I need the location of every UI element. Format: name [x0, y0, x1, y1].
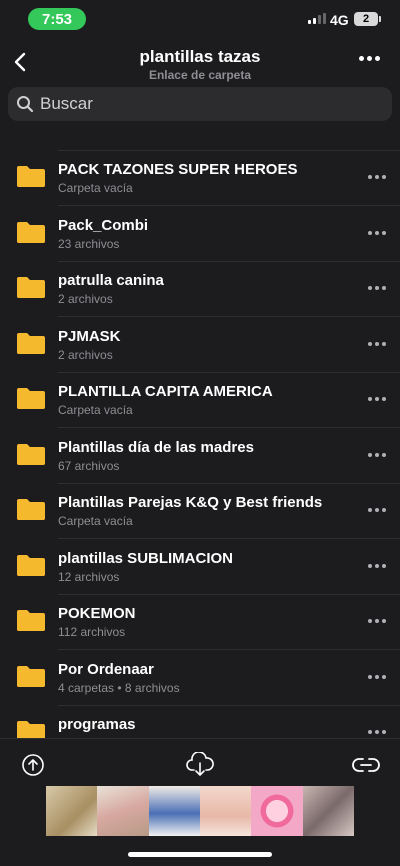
folder-icon — [17, 332, 45, 354]
folder-row[interactable]: PJMASK 2 archivos — [0, 318, 400, 373]
link-icon — [352, 758, 380, 772]
folder-name: plantillas SUBLIMACION — [58, 549, 234, 567]
signal-icon — [308, 13, 326, 24]
folder-meta: 12 archivos — [58, 569, 120, 584]
folder-more-button[interactable] — [368, 230, 386, 235]
folder-more-button[interactable] — [368, 619, 386, 623]
folder-row[interactable]: Por Ordenaar 4 carpetas • 8 archivos — [0, 651, 400, 706]
folder-more-button[interactable] — [368, 563, 386, 568]
folder-more-button[interactable] — [368, 452, 386, 457]
folder-row[interactable]: POKEMON 112 archivos — [0, 595, 400, 650]
folder-meta: Carpeta vacía — [58, 403, 133, 417]
folder-icon — [17, 554, 45, 576]
folder-more-button[interactable] — [368, 730, 386, 734]
photo-thumbnail[interactable] — [97, 786, 149, 836]
folder-meta: 2 archivos — [58, 292, 113, 306]
status-bar: 7:53 4G 2 — [0, 0, 400, 38]
folder-more-button[interactable] — [368, 175, 386, 179]
upload-button[interactable] — [19, 751, 47, 779]
network-label: 4G — [330, 12, 349, 28]
battery-icon: 2 — [354, 12, 381, 26]
folder-icon — [17, 166, 45, 187]
folder-more-button[interactable] — [368, 341, 386, 346]
folder-more-button[interactable] — [368, 508, 386, 512]
folder-meta: 2 archivos — [58, 347, 113, 362]
folder-icon — [17, 277, 45, 298]
search-input[interactable] — [40, 94, 370, 114]
link-button[interactable] — [352, 751, 380, 779]
photo-thumbnail[interactable] — [46, 786, 98, 836]
folder-name: Plantillas día de las madres — [58, 438, 254, 456]
folder-icon — [17, 721, 45, 738]
folder-icon — [17, 388, 45, 409]
folder-more-button[interactable] — [368, 397, 386, 401]
page-title: plantillas tazas — [139, 47, 261, 66]
download-button[interactable] — [186, 751, 214, 779]
folder-row[interactable]: Pack_Combi 23 archivos — [0, 207, 400, 262]
folder-row[interactable]: patrulla canina 2 archivos — [0, 262, 400, 317]
folder-list: PACK TAZONES SUPER HEROES Carpeta vacía Pa… — [0, 126, 400, 738]
photo-thumbnail[interactable] — [302, 786, 354, 836]
folder-row[interactable]: programas — [0, 706, 400, 738]
folder-name: Por Ordenaar — [58, 660, 154, 678]
folder-icon — [17, 221, 45, 243]
folder-name: POKEMON — [58, 605, 136, 622]
folder-name: Plantillas Parejas K&Q y Best friends — [58, 494, 323, 511]
upload-icon — [22, 754, 44, 776]
folder-name: PACK TAZONES SUPER HEROES — [58, 161, 298, 178]
photo-thumbnail[interactable] — [251, 786, 303, 836]
folder-icon — [17, 665, 45, 687]
more-options-button[interactable] — [359, 56, 380, 61]
home-indicator — [128, 852, 272, 857]
folder-meta: 67 archivos — [58, 458, 120, 473]
folder-more-button[interactable] — [368, 286, 386, 290]
photo-thumbnail[interactable] — [199, 786, 252, 836]
folder-name: PLANTILLA CAPITA AMERICA — [58, 383, 273, 400]
page-subtitle: Enlace de carpeta — [148, 68, 252, 82]
folder-name: patrulla canina — [58, 272, 164, 289]
folder-meta: Carpeta vacía — [58, 514, 133, 528]
photo-thumbnail[interactable] — [148, 786, 200, 836]
folder-name: Pack_Combi — [58, 216, 149, 234]
status-time: 7:53 — [28, 8, 86, 30]
folder-row[interactable]: PACK TAZONES SUPER HEROES Carpeta vacía — [0, 151, 400, 206]
folder-icon — [17, 443, 45, 465]
folder-icon — [17, 499, 45, 520]
folder-row[interactable]: PLANTILLA CAPITA AMERICA Carpeta vacía — [0, 373, 400, 428]
folder-row[interactable]: Plantillas Parejas K&Q y Best friends Car… — [0, 484, 400, 539]
folder-meta: 4 carpetas • 8 archivos — [58, 680, 180, 695]
folder-name: programas — [58, 716, 136, 733]
cloud-download-icon — [186, 752, 214, 776]
search-icon — [17, 96, 34, 113]
photo-thumbnail-strip[interactable] — [46, 786, 354, 836]
folder-meta: 112 archivos — [58, 625, 126, 639]
header: plantillas tazas Enlace de carpeta — [0, 38, 400, 86]
folder-more-button[interactable] — [368, 674, 386, 679]
search-bar[interactable] — [8, 87, 392, 121]
folder-row[interactable]: plantillas SUBLIMACION 12 archivos — [0, 540, 400, 595]
bottom-toolbar — [0, 738, 400, 786]
folder-meta: Carpeta vacía — [58, 181, 133, 195]
folder-icon — [17, 610, 45, 631]
folder-name: PJMASK — [58, 327, 121, 345]
folder-row[interactable]: Plantillas día de las madres 67 archivos — [0, 429, 400, 484]
folder-meta: 23 archivos — [58, 236, 120, 251]
